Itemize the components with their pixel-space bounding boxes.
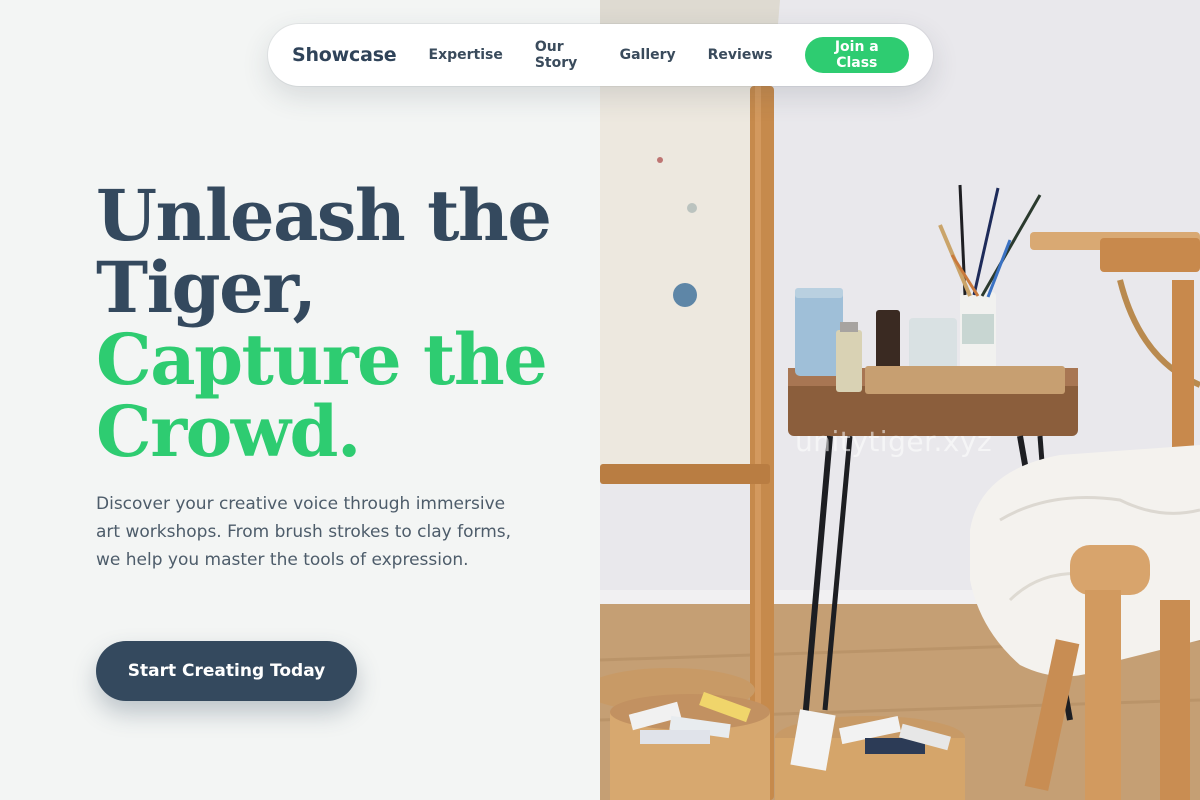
nav-link-reviews[interactable]: Reviews — [708, 47, 773, 63]
headline-line-3: Capture the — [96, 318, 548, 401]
hero-headline: Unleash the Tiger, Capture the Crowd. — [96, 174, 552, 473]
nav-link-gallery[interactable]: Gallery — [620, 47, 676, 63]
nav-link-expertise[interactable]: Expertise — [429, 47, 503, 63]
watermark-text: unitytiger.xyz — [795, 425, 993, 458]
headline-line-2: Tiger, — [96, 246, 317, 329]
headline-line-4: Crowd. — [96, 390, 361, 473]
studio-photo: unitytiger.xyz — [600, 0, 1200, 800]
top-navbar: Showcase Expertise Our Story Gallery Rev… — [268, 24, 933, 86]
brand-logo[interactable]: Showcase — [292, 44, 397, 66]
start-creating-button[interactable]: Start Creating Today — [96, 641, 357, 701]
nav-link-our-story[interactable]: Our Story — [535, 39, 588, 71]
hero-description: Discover your creative voice through imm… — [96, 494, 512, 570]
headline-line-1: Unleash the — [96, 174, 552, 257]
join-class-button[interactable]: Join a Class — [804, 37, 909, 73]
studio-illustration — [600, 0, 1200, 800]
